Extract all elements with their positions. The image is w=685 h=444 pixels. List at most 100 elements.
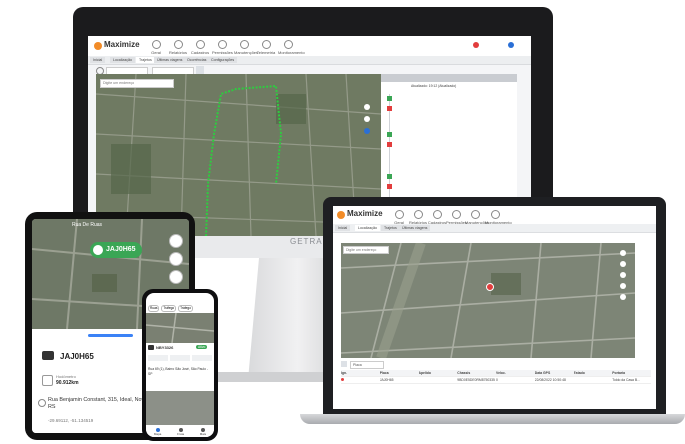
map-controls: [617, 250, 629, 310]
share-button[interactable]: [620, 283, 626, 289]
layers-icon[interactable]: [364, 128, 370, 134]
vehicle-badge[interactable]: JAJ0H65: [90, 242, 142, 258]
table-cell: JAJ0H65: [379, 378, 394, 382]
tab-configuracoes[interactable]: Configurações: [208, 57, 238, 63]
nav-geral[interactable]: Geral: [146, 40, 166, 55]
route-button[interactable]: [169, 252, 183, 266]
zoom-out-button[interactable]: [364, 116, 370, 122]
bottom-nav: Mapa Frota Mais: [146, 427, 214, 437]
tab-localizacao[interactable]: Localização: [355, 225, 380, 231]
app-logo-text: Maximize: [104, 40, 140, 49]
vehicle-card[interactable]: NBY3326 Ativo Rua 69 (1), Bairro São Jos…: [148, 345, 212, 389]
vehicle-marker[interactable]: [486, 283, 494, 291]
map-search-input[interactable]: Digite um endereço: [343, 246, 389, 254]
vehicle-coordinates: -29.69112, -51.134519: [48, 418, 94, 423]
car-icon: [148, 345, 154, 350]
help-icon[interactable]: [508, 42, 514, 48]
odometer-value: 90.912km: [56, 380, 79, 386]
tab-inicial[interactable]: Inicial: [335, 225, 351, 231]
nav-relatorios[interactable]: Relatórios: [168, 40, 188, 55]
timeline-event[interactable]: [387, 174, 392, 179]
timeline-event[interactable]: [387, 106, 392, 111]
phone-screen: Ruas Tráfego Tráfego NBY3326 Ativo Rua 6…: [146, 293, 214, 437]
car-icon: [93, 245, 103, 255]
nav-frota[interactable]: Frota: [177, 428, 184, 436]
fullscreen-button[interactable]: [620, 294, 626, 300]
map-search-input[interactable]: Digite um endereço: [100, 79, 174, 88]
tab-localizacao[interactable]: Localização: [110, 57, 135, 63]
stat-box: [148, 355, 168, 361]
nav-permissoes[interactable]: Permissões: [212, 40, 233, 55]
stat-box: [192, 355, 212, 361]
timeline-event[interactable]: [387, 96, 392, 101]
search-icon[interactable]: [196, 66, 204, 74]
map-filter-chips: Ruas Tráfego Tráfego: [148, 305, 212, 312]
zoom-out-button[interactable]: [620, 261, 626, 267]
phone-map[interactable]: [146, 313, 214, 343]
drag-handle[interactable]: [88, 334, 133, 337]
nav-mapa[interactable]: Mapa: [154, 428, 161, 436]
col-header: Veloc.: [496, 371, 506, 375]
tab-inicial[interactable]: Inicial: [90, 57, 106, 63]
plate-filter-input[interactable]: Placa: [350, 361, 384, 369]
nav-telemetria[interactable]: Telemetria: [256, 40, 276, 55]
logo-icon: [94, 42, 102, 50]
refresh-icon[interactable]: [341, 361, 347, 367]
col-header: Portaria: [612, 371, 626, 375]
vehicle-plate: JAJ0H65: [60, 352, 94, 361]
nav-mais[interactable]: Mais: [200, 428, 206, 436]
nav-geral[interactable]: Geral: [389, 210, 409, 225]
location-button[interactable]: [169, 234, 183, 248]
table-cell: Toldo da Casa B...: [612, 378, 640, 382]
location-map[interactable]: [341, 243, 635, 358]
share-button[interactable]: [169, 270, 183, 284]
chip-trafego[interactable]: Tráfego: [161, 305, 177, 312]
col-header: Placa: [379, 371, 389, 375]
table-cell: 22/08/2022 10:50:48: [534, 378, 566, 382]
stats-row: [148, 355, 212, 361]
street-photo: [146, 391, 214, 425]
col-header: Ign.: [341, 371, 348, 375]
nav-manutencoes[interactable]: Manutenções: [234, 40, 258, 55]
vehicle-address: Rua 69 (1), Bairro São José, São Paulo -…: [148, 367, 208, 376]
laptop-topbar: Maximize Geral Relatórios Cadastros Perm…: [333, 206, 656, 225]
stat-box: [170, 355, 190, 361]
car-icon: [42, 351, 54, 360]
nav-cadastros[interactable]: Cadastros: [427, 210, 447, 225]
notification-icon[interactable]: [473, 42, 479, 48]
map-satellite: [341, 243, 635, 358]
table-cell: [419, 377, 458, 383]
nav-monitoramento[interactable]: Monitoramento: [278, 40, 305, 55]
vehicle-plate: NBY3326: [156, 345, 174, 350]
col-header: Estado: [573, 371, 585, 375]
ignition-icon: [341, 377, 380, 383]
zoom-in-button[interactable]: [620, 250, 626, 256]
odometer-label: Hodômetro: [56, 374, 76, 379]
timeline-event[interactable]: [387, 132, 392, 137]
tab-trajetos[interactable]: Trajetos: [381, 225, 400, 231]
tab-trajetos[interactable]: Trajetos: [136, 57, 155, 63]
tab-ocorrencias[interactable]: Ocorrências: [184, 57, 210, 63]
timeline-event[interactable]: [387, 184, 392, 189]
pin-icon: [38, 399, 46, 407]
monitor-topbar: Maximize Geral Relatórios Cadastros Perm…: [88, 36, 531, 57]
nav-monitoramento[interactable]: Monitoramento: [485, 210, 512, 225]
tab-ultimas-viagens[interactable]: Últimas viagens: [399, 225, 431, 231]
chip-trafego-2[interactable]: Tráfego: [178, 305, 193, 312]
nav-relatorios[interactable]: Relatórios: [408, 210, 428, 225]
street-view-button[interactable]: [620, 272, 626, 278]
laptop-tabs: Inicial Localização Trajetos Últimas via…: [333, 224, 656, 233]
zoom-in-button[interactable]: [364, 104, 370, 110]
table-header-row: Ign. Placa Apelido Chassis Veloc. Data G…: [341, 370, 651, 377]
nav-permissoes[interactable]: Permissões: [446, 210, 467, 225]
nav-cadastros[interactable]: Cadastros: [190, 40, 210, 55]
table-row[interactable]: JAJ0H65 9BD0E5DE0RM8750335 0 22/08/2022 …: [341, 377, 651, 384]
timeline-title: Atualizado: 19:12 (Atualizado): [411, 84, 457, 88]
timeline-event[interactable]: [387, 142, 392, 147]
table-toolbar: Placa: [341, 360, 635, 369]
tab-ultimas-viagens[interactable]: Últimas viagens: [154, 57, 186, 63]
table-cell: 9BD0E5DE0RM8750335: [457, 378, 495, 382]
nav-manutencoes[interactable]: Manutenções: [465, 210, 489, 225]
map-satellite: [146, 313, 214, 343]
chip-ruas[interactable]: Ruas: [148, 305, 160, 312]
